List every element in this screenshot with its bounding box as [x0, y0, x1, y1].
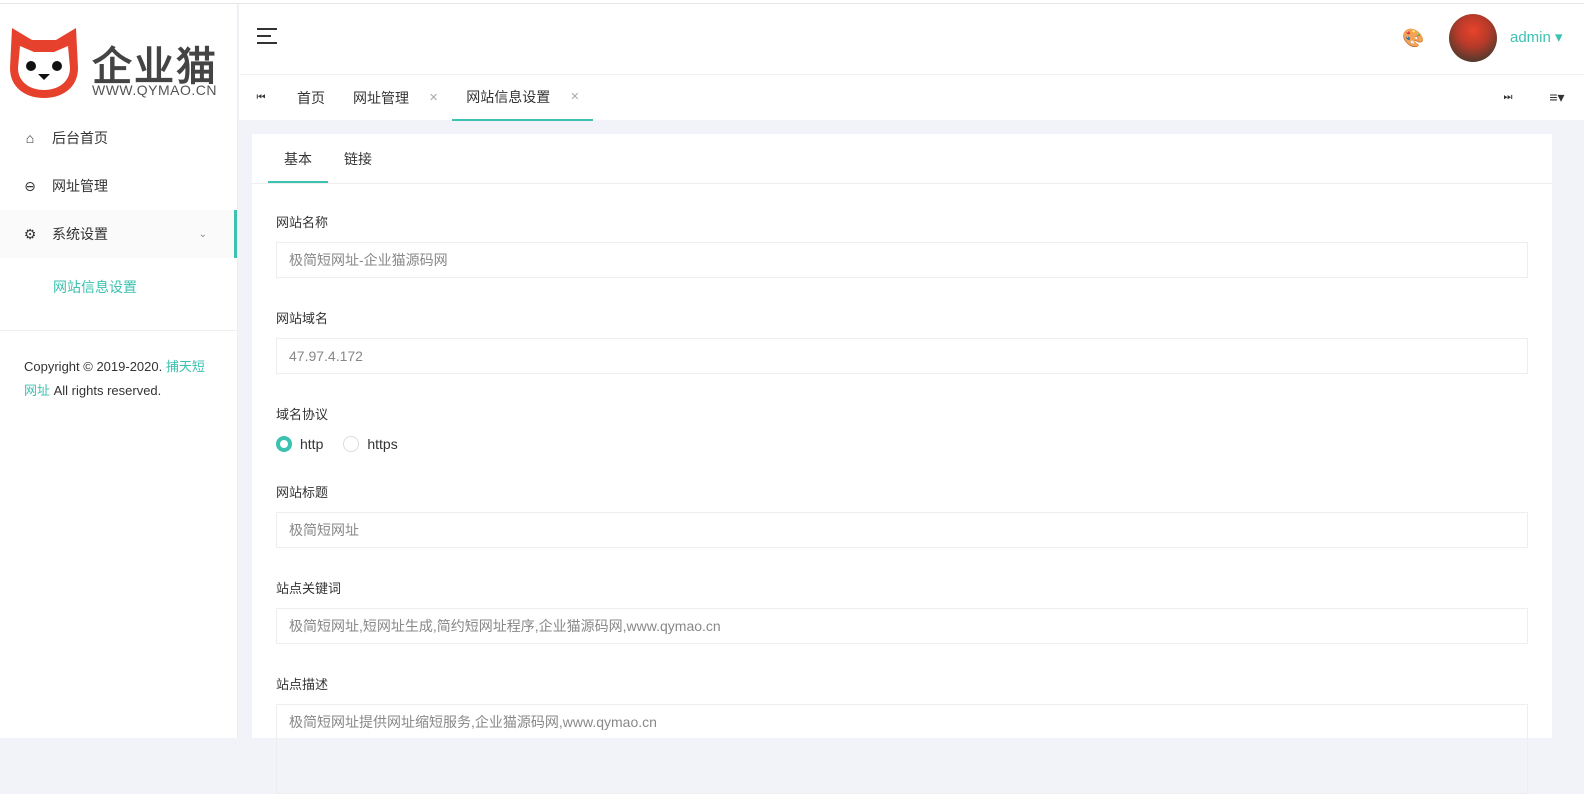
description-label: 站点描述	[276, 677, 329, 692]
domain-label: 网站域名	[276, 311, 329, 326]
header: 🎨 admin ▾	[239, 4, 1584, 74]
tab-home[interactable]: 首页	[283, 75, 339, 121]
tab-label: 网址管理	[353, 89, 409, 106]
avatar[interactable]	[1449, 14, 1497, 62]
tab-label: 网站信息设置	[466, 88, 551, 105]
user-menu[interactable]: admin ▾	[1510, 28, 1563, 46]
chevron-down-icon: ⌄	[198, 228, 207, 240]
menu-toggle-icon[interactable]	[257, 28, 277, 49]
card-tabs: 基本 链接	[252, 134, 1552, 184]
site-name-label: 网站名称	[276, 215, 329, 230]
tabs-menu-icon[interactable]: ≡▾	[1530, 89, 1584, 106]
palette-icon[interactable]: 🎨	[1402, 28, 1424, 49]
copyright-prefix: Copyright © 2019-2020.	[24, 359, 166, 374]
user-name: admin	[1510, 29, 1551, 46]
sidebar-item-url-management[interactable]: ⊖ 网址管理	[0, 162, 237, 210]
copyright-suffix: All rights reserved.	[50, 383, 162, 398]
sidebar-item-label: 网址管理	[52, 178, 108, 194]
sidebar-item-label: 后台首页	[52, 130, 108, 146]
protocol-label: 域名协议	[276, 407, 329, 422]
description-textarea[interactable]: 极简短网址提供网址缩短服务,企业猫源码网,www.qymao.cn	[276, 704, 1528, 794]
title-label: 网站标题	[276, 485, 329, 500]
settings-card: 基本 链接 网站名称 极简短网址-企业猫源码网 网站域名 47.97.4.172…	[252, 134, 1552, 794]
tabs-next-icon[interactable]: ⏭	[1486, 92, 1530, 103]
page-tabs: ⏮ 首页 网址管理 ✕ 网站信息设置 ✕ ⏭ ≡▾	[239, 74, 1584, 121]
keywords-label: 站点关键词	[276, 581, 342, 596]
tab-basic[interactable]: 基本	[268, 134, 328, 183]
radio-checked-icon	[276, 436, 292, 452]
site-name-input[interactable]: 极简短网址-企业猫源码网	[276, 242, 1528, 278]
radio-label: https	[367, 436, 398, 452]
keywords-input[interactable]: 极简短网址,短网址生成,简约短网址程序,企业猫源码网,www.qymao.cn	[276, 608, 1528, 644]
sidebar-item-system-settings[interactable]: ⚙ 系统设置 ⌄	[0, 210, 237, 258]
logo-url: WWW.QYMAO.CN	[92, 82, 217, 98]
radio-http[interactable]: http	[276, 436, 323, 452]
logo[interactable]: 企业猫 WWW.QYMAO.CN	[0, 4, 237, 114]
domain-input[interactable]: 47.97.4.172	[276, 338, 1528, 374]
sidebar: 企业猫 WWW.QYMAO.CN ⌂ 后台首页 ⊖ 网址管理 ⚙ 系统设置 ⌄ 网站信息…	[0, 4, 238, 738]
cat-logo-icon	[10, 28, 78, 98]
close-icon[interactable]: ✕	[429, 91, 438, 104]
radio-unchecked-icon	[343, 436, 360, 452]
sidebar-subitem-site-info[interactable]: 网站信息设置	[0, 258, 237, 316]
gear-icon: ⚙	[23, 225, 37, 242]
sidebar-item-label: 系统设置	[52, 226, 108, 242]
radio-label: http	[300, 436, 324, 452]
copyright: Copyright © 2019-2020. 捕天短网址 All rights …	[0, 330, 237, 427]
tab-site-info[interactable]: 网站信息设置 ✕	[452, 75, 594, 121]
close-icon[interactable]: ✕	[570, 90, 579, 103]
sidebar-menu: ⌂ 后台首页 ⊖ 网址管理 ⚙ 系统设置 ⌄ 网站信息设置	[0, 114, 237, 316]
title-input[interactable]: 极简短网址	[276, 512, 1528, 548]
tabs-prev-icon[interactable]: ⏮	[239, 92, 283, 103]
tab-label: 首页	[297, 89, 325, 106]
tab-links[interactable]: 链接	[328, 134, 388, 183]
sidebar-item-home[interactable]: ⌂ 后台首页	[0, 114, 237, 162]
tab-url-management[interactable]: 网址管理 ✕	[339, 75, 452, 121]
protocol-radio-group: http https	[276, 432, 1528, 456]
link-icon: ⊖	[24, 177, 36, 194]
settings-form: 网站名称 极简短网址-企业猫源码网 网站域名 47.97.4.172 域名协议 …	[252, 212, 1552, 794]
home-icon: ⌂	[25, 130, 35, 146]
radio-https[interactable]: https	[343, 436, 398, 452]
